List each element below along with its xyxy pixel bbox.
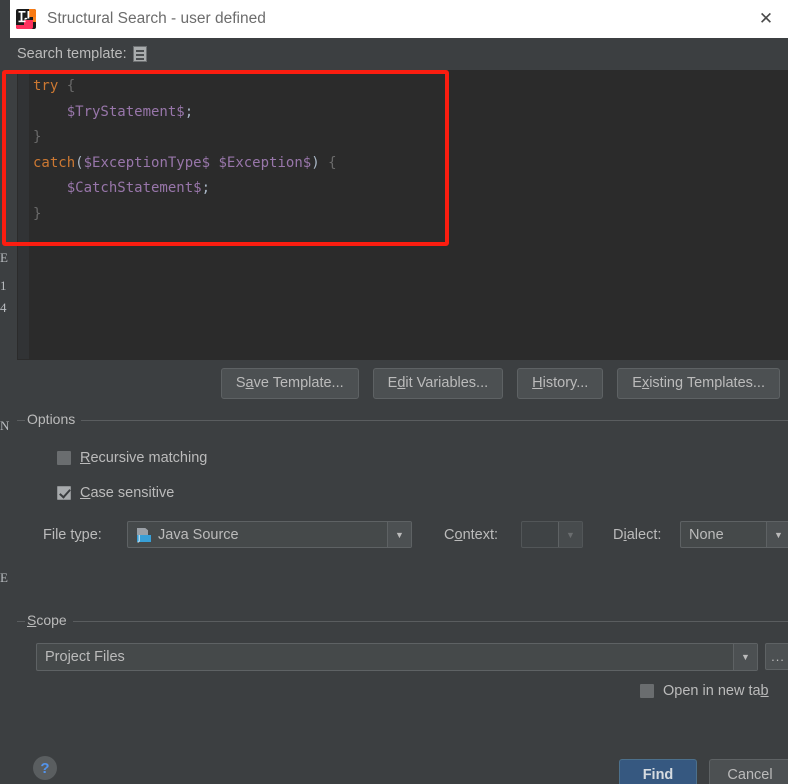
file-type-value-wrap: J Java Source	[128, 527, 387, 543]
code-line: $CatchStatement$;	[33, 176, 337, 202]
search-template-editor[interactable]: try { $TryStatement$;} catch($ExceptionTy…	[17, 70, 788, 360]
code-token: $ExceptionType$	[83, 154, 211, 171]
code-token: )	[311, 154, 320, 171]
context-combobox[interactable]: ▼	[521, 521, 583, 548]
chevron-down-icon[interactable]: ▼	[558, 522, 582, 547]
editor-gutter	[18, 71, 29, 359]
dialect-label: Dialect:	[613, 527, 662, 543]
code-line: $TryStatement$;	[33, 100, 337, 126]
group-divider	[17, 420, 788, 421]
case-sensitive-label: Case sensitive	[80, 485, 175, 501]
intellij-idea-icon	[15, 8, 37, 30]
scope-group-title: Scope	[25, 612, 73, 628]
recursive-matching-checkbox[interactable]: Recursive matching	[57, 450, 207, 466]
find-button[interactable]: Find	[619, 759, 697, 784]
background-char: E	[0, 570, 8, 585]
help-icon[interactable]: ?	[33, 756, 57, 780]
chevron-down-icon[interactable]: ▼	[766, 522, 788, 547]
code-line: }	[33, 125, 337, 151]
group-divider	[17, 621, 788, 622]
title-bar: Structural Search - user defined ✕	[10, 0, 788, 38]
background-char: N	[0, 418, 10, 433]
code-token: try	[33, 78, 59, 94]
checkbox-box[interactable]	[57, 451, 71, 465]
code-line: catch($ExceptionType$ $Exception$) {	[33, 151, 337, 177]
background-char: E	[0, 250, 8, 265]
options-group-title: Options	[25, 411, 82, 427]
save-template-button[interactable]: Save Template...	[220, 368, 359, 399]
code-line: try {	[33, 74, 337, 100]
file-type-label: File type:	[43, 527, 102, 543]
window-title: Structural Search - user defined	[47, 10, 266, 27]
code-token: (	[75, 154, 84, 171]
scope-value: Project Files	[45, 649, 125, 665]
open-in-new-tab-label: Open in new tab	[663, 683, 769, 699]
scope-browse-button[interactable]: ...	[765, 643, 788, 670]
chevron-down-icon[interactable]: ▼	[733, 644, 757, 670]
scope-combobox[interactable]: Project Files ▼	[36, 643, 758, 671]
code-line: }	[33, 202, 337, 228]
dialog-body: Search template: try { $TryStatement$;} c…	[2, 38, 788, 784]
code-token: catch	[33, 154, 76, 171]
code-token: }	[33, 129, 42, 146]
case-sensitive-checkbox[interactable]: Case sensitive	[57, 485, 174, 501]
code-token: ;	[184, 103, 194, 120]
existing-templates-button[interactable]: Existing Templates...	[617, 368, 780, 399]
file-type-value: Java Source	[158, 526, 239, 543]
history-button[interactable]: History...	[517, 368, 604, 399]
template-buttons-row: Save Template... Edit Variables... History…	[10, 368, 788, 399]
code-token: }	[33, 205, 42, 222]
cancel-button[interactable]: Cancel	[709, 759, 788, 784]
checkbox-box[interactable]	[57, 486, 71, 500]
close-icon[interactable]: ✕	[752, 6, 780, 32]
template-code[interactable]: try { $TryStatement$;} catch($ExceptionTy…	[33, 74, 337, 228]
background-char: 1	[0, 278, 7, 293]
code-token: $Exception$	[218, 154, 312, 171]
checkbox-box[interactable]	[640, 684, 654, 698]
java-source-file-icon: J	[136, 527, 152, 543]
code-token: {	[66, 78, 76, 94]
code-token: $TryStatement$	[66, 103, 185, 120]
scope-group: Scope Project Files ▼ ... Open in new ta…	[17, 612, 788, 751]
search-template-label: Search template:	[17, 46, 127, 62]
code-token: ;	[201, 180, 211, 197]
search-template-header: Search template:	[17, 46, 147, 62]
template-document-icon[interactable]	[132, 46, 147, 62]
edit-variables-button[interactable]: Edit Variables...	[372, 368, 504, 399]
structural-search-dialog: E 1 4 N E Structural Search - user defined ✕…	[0, 0, 788, 784]
dialect-value: None	[689, 526, 724, 543]
options-group: Options Recursive matching Case sensitiv…	[17, 411, 788, 600]
code-token: $CatchStatement$	[66, 180, 202, 197]
code-token: {	[328, 154, 337, 171]
recursive-matching-label: Recursive matching	[80, 450, 208, 466]
background-char: 4	[0, 300, 7, 315]
open-in-new-tab-checkbox[interactable]: Open in new tab	[640, 683, 769, 699]
dialect-combobox[interactable]: None ▼	[680, 521, 788, 548]
context-label: Context:	[444, 527, 499, 543]
file-type-combobox[interactable]: J Java Source ▼	[127, 521, 412, 548]
chevron-down-icon[interactable]: ▼	[387, 522, 411, 547]
